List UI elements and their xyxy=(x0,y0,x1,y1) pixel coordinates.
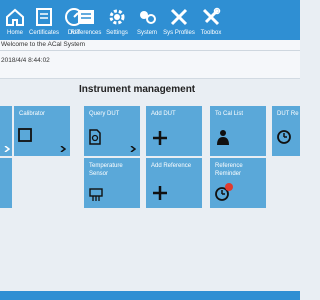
tile-left-partial-bottom[interactable] xyxy=(0,158,12,208)
gear-icon xyxy=(109,9,125,25)
reminder-clock-icon xyxy=(215,183,233,201)
toolbar-references-label: References xyxy=(70,30,102,36)
welcome-bar: Welcome to the ACal System xyxy=(0,40,300,51)
tile-reference-reminder[interactable]: Reference Reminder xyxy=(210,158,266,208)
tile-add-reference-label: Add Reference xyxy=(151,163,192,169)
tile-temperature-sensor-label: Temperature Sensor xyxy=(89,163,123,177)
cal-list-icon xyxy=(217,130,229,145)
certificates-icon xyxy=(36,8,52,26)
welcome-text: Welcome to the ACal System xyxy=(1,41,86,48)
wrench-screwdriver-icon xyxy=(170,8,188,26)
toolbar-toolbox-button[interactable]: Toolbox xyxy=(198,0,224,40)
toolbar-settings-label: Settings xyxy=(106,30,128,36)
toolbar-certificates-button[interactable]: Certificates xyxy=(28,0,60,40)
toolbox-icon xyxy=(202,7,221,26)
section-title: Instrument management xyxy=(79,84,196,95)
tile-add-dut-label: Add DUT xyxy=(151,111,176,117)
toolbar-system-label: System xyxy=(136,30,157,36)
plus-icon xyxy=(153,131,167,145)
calibrator-icon xyxy=(18,128,32,142)
top-toolbar: Home Certificates DUT References Setting… xyxy=(0,0,300,40)
main-area: Instrument management Calibrator Query D… xyxy=(0,80,300,292)
toolbar-system-button[interactable]: System xyxy=(134,0,160,40)
footer-bar xyxy=(0,291,300,300)
tile-query-dut-label: Query DUT xyxy=(89,111,120,117)
tile-temperature-sensor[interactable]: Temperature Sensor xyxy=(84,158,140,208)
query-dut-icon xyxy=(89,129,101,145)
tile-to-cal-list[interactable]: To Cal List xyxy=(210,106,266,156)
datetime-bar: 2018/4/4 8:44:02 xyxy=(0,51,300,79)
toolbar-references-button[interactable]: References xyxy=(70,0,102,40)
references-icon xyxy=(78,10,94,24)
chevron-right-icon xyxy=(130,146,136,152)
tile-dut-reminder-label: DUT Re xyxy=(277,111,299,117)
plus-icon xyxy=(153,186,167,200)
tile-to-cal-list-label: To Cal List xyxy=(215,111,244,117)
toolbar-settings-button[interactable]: Settings xyxy=(104,0,130,40)
tile-add-reference[interactable]: Add Reference xyxy=(146,158,202,208)
tile-add-dut[interactable]: Add DUT xyxy=(146,106,202,156)
datetime-text: 2018/4/4 8:44:02 xyxy=(1,57,50,64)
tile-dut-reminder[interactable]: DUT Re xyxy=(272,106,300,156)
reminder-clock-icon xyxy=(277,130,291,144)
tile-calibrator-label: Calibrator xyxy=(19,111,46,117)
toolbar-home-button[interactable]: Home xyxy=(4,0,26,40)
chevron-right-icon xyxy=(4,146,10,152)
toolbar-toolbox-label: Toolbox xyxy=(200,30,222,36)
toolbar-sys-profiles-button[interactable]: Sys Profiles xyxy=(163,0,195,40)
tile-left-partial-top[interactable] xyxy=(0,106,12,156)
notification-badge xyxy=(225,183,233,191)
system-icon xyxy=(140,11,156,24)
home-icon xyxy=(6,8,24,26)
chevron-right-icon xyxy=(60,146,66,152)
tile-query-dut[interactable]: Query DUT xyxy=(84,106,140,156)
sensor-icon xyxy=(89,188,103,201)
toolbar-certificates-label: Certificates xyxy=(28,30,59,36)
tile-reference-reminder-label: Reference Reminder xyxy=(215,163,243,177)
toolbar-home-label: Home xyxy=(6,30,23,36)
tile-calibrator[interactable]: Calibrator xyxy=(14,106,70,156)
toolbar-sys-profiles-label: Sys Profiles xyxy=(163,30,195,36)
